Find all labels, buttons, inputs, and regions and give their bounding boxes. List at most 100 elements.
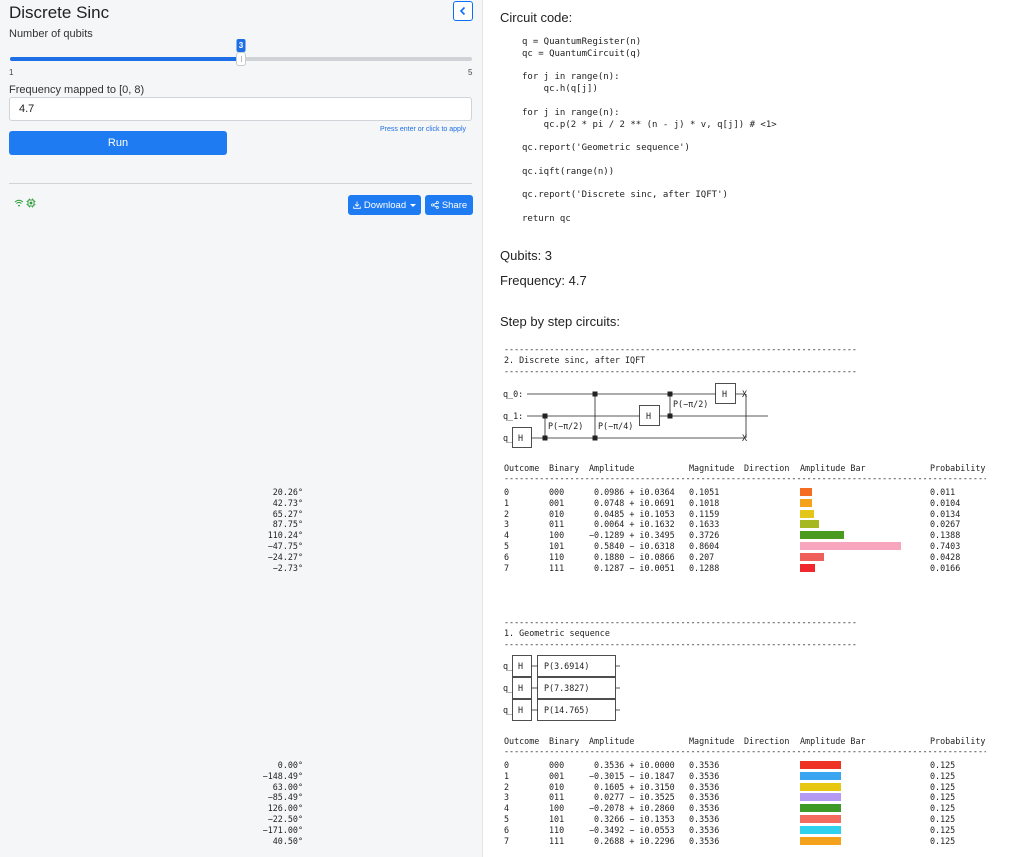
cell-amplitude: 0.0064 + i0.1632 bbox=[589, 519, 675, 530]
code-line: qc.iqft(range(n)) bbox=[522, 166, 615, 177]
cell-outcome: 4 bbox=[504, 803, 510, 814]
download-button[interactable]: Download bbox=[348, 195, 421, 215]
control-dot bbox=[592, 435, 598, 441]
cell-outcome: 7 bbox=[504, 835, 510, 846]
cell-magnitude: 0.1288 bbox=[689, 562, 720, 573]
phase-gate-label: P(14.765) bbox=[544, 705, 589, 715]
amplitude-bar bbox=[800, 782, 842, 791]
cell-binary: 111 bbox=[549, 835, 565, 846]
phase-gate-label: P(−π/4) bbox=[598, 421, 633, 431]
cell-binary: 101 bbox=[549, 541, 565, 551]
app-title: Discrete Sinc bbox=[9, 3, 110, 22]
column-header: Binary bbox=[549, 463, 580, 473]
phase-gate-label: P(−π/2) bbox=[673, 399, 708, 409]
run-button[interactable]: Run bbox=[9, 131, 227, 155]
share-button[interactable]: Share bbox=[425, 195, 473, 215]
cell-magnitude: 0.3536 bbox=[689, 835, 720, 846]
cpu-icon bbox=[26, 198, 36, 208]
code-line: qc.p(2 * pi / 2 ** (n - j) * v, q[j]) # … bbox=[522, 119, 777, 130]
code-title: Circuit code: bbox=[500, 10, 573, 25]
cell-outcome: 0 bbox=[504, 487, 510, 497]
column-header: Probability bbox=[930, 736, 986, 746]
cell-outcome: 7 bbox=[504, 562, 510, 573]
sidebar: Discrete Sinc Number of qubits 3 1 5 Fre… bbox=[0, 0, 483, 857]
cell-direction: 110.24° bbox=[267, 530, 303, 541]
cell-magnitude: 0.3536 bbox=[689, 770, 720, 781]
control-dot bbox=[542, 435, 548, 441]
cell-binary: 001 bbox=[549, 770, 565, 781]
column-header: Outcome bbox=[504, 736, 540, 746]
cell-amplitude: 0.0277 − i0.3525 bbox=[589, 792, 675, 803]
cell-probability: 0.0428 bbox=[930, 551, 961, 562]
amplitude-bar bbox=[800, 488, 813, 496]
control-dot bbox=[667, 413, 673, 419]
cell-probability: 0.125 bbox=[930, 770, 956, 781]
cell-amplitude: 0.0748 + i0.0691 bbox=[589, 497, 675, 508]
cell-direction: 20.26° bbox=[272, 487, 303, 497]
code-line: return qc bbox=[522, 214, 571, 224]
cell-binary: 000 bbox=[549, 487, 565, 497]
frequency-input[interactable] bbox=[9, 97, 472, 121]
cell-magnitude: 0.3536 bbox=[689, 824, 720, 835]
circuit-diagram-iqft: q_0: q_1: q_2: H P(−π/2) P(− bbox=[503, 383, 768, 448]
cell-probability: 0.125 bbox=[930, 760, 956, 770]
chevron-left-icon bbox=[459, 6, 466, 16]
cell-direction: −171.00° bbox=[262, 824, 303, 835]
main-panel: Circuit code: q = QuantumRegister(n) qc =… bbox=[263, 0, 1010, 857]
cell-amplitude: 0.3266 − i0.1353 bbox=[589, 814, 675, 824]
cell-direction: 0.00° bbox=[277, 760, 303, 770]
code-line: qc.report('Discrete sinc, after IQFT') bbox=[522, 190, 728, 201]
wire-label: q_0: bbox=[503, 389, 523, 399]
cell-direction: −148.49° bbox=[262, 770, 303, 781]
cell-direction: −24.27° bbox=[267, 551, 303, 562]
cell-outcome: 5 bbox=[504, 814, 510, 824]
column-header: Amplitude Bar bbox=[800, 736, 866, 746]
cell-probability: 0.1388 bbox=[930, 530, 961, 541]
column-header: Amplitude Bar bbox=[800, 463, 866, 473]
cell-outcome: 1 bbox=[504, 770, 510, 781]
cell-direction: −2.73° bbox=[272, 562, 303, 573]
step-rule: ----------------------------------------… bbox=[504, 639, 857, 649]
apply-hint: Press enter or click to apply bbox=[380, 126, 466, 133]
column-header: Probability bbox=[930, 463, 986, 473]
amplitude-bar bbox=[800, 520, 820, 529]
cell-direction: 65.27° bbox=[272, 508, 303, 519]
cell-binary: 110 bbox=[549, 551, 565, 562]
cell-outcome: 6 bbox=[504, 551, 510, 562]
h-gate-label: H bbox=[722, 389, 727, 399]
cell-direction: −85.49° bbox=[267, 792, 303, 803]
collapse-sidebar-button[interactable] bbox=[453, 1, 473, 21]
cell-binary: 101 bbox=[549, 814, 565, 824]
cell-outcome: 2 bbox=[504, 781, 510, 792]
cell-direction: 126.00° bbox=[267, 803, 303, 814]
cell-direction: 40.50° bbox=[272, 835, 303, 846]
cell-amplitude: 0.1880 − i0.0866 bbox=[589, 551, 675, 562]
cell-probability: 0.125 bbox=[930, 792, 956, 803]
cell-direction: 63.00° bbox=[272, 781, 303, 792]
cell-direction: −22.50° bbox=[267, 814, 303, 824]
slider-thumb[interactable] bbox=[236, 52, 246, 66]
frequency-info: Frequency: 4.7 bbox=[500, 273, 587, 288]
qubits-slider[interactable] bbox=[10, 52, 472, 66]
swap-label: X bbox=[742, 389, 747, 399]
cell-magnitude: 0.3536 bbox=[689, 803, 720, 814]
amplitude-bar bbox=[800, 509, 814, 518]
h-gate-label: H bbox=[518, 433, 523, 443]
amplitude-bar bbox=[800, 804, 842, 813]
control-dot bbox=[542, 413, 548, 419]
cell-amplitude: −0.3492 − i0.0553 bbox=[589, 824, 675, 835]
qubits-label: Number of qubits bbox=[9, 28, 93, 40]
step-rule: ----------------------------------------… bbox=[504, 344, 857, 354]
h-gate-label: H bbox=[518, 705, 523, 715]
cell-amplitude: 0.3536 + i0.0000 bbox=[589, 760, 675, 770]
qubits-info: Qubits: 3 bbox=[500, 248, 553, 263]
step-rule: ----------------------------------------… bbox=[504, 366, 857, 376]
control-dot bbox=[667, 391, 673, 397]
code-line: for j in range(n): bbox=[522, 107, 620, 118]
phase-gate-label: P(7.3827) bbox=[544, 683, 589, 693]
cell-amplitude: 0.2688 + i0.2296 bbox=[589, 835, 675, 846]
phase-gate-label: P(−π/2) bbox=[548, 421, 583, 431]
cell-direction: −47.75° bbox=[267, 541, 303, 551]
status-icons bbox=[14, 198, 36, 208]
cell-amplitude: −0.1289 + i0.3495 bbox=[589, 530, 675, 541]
